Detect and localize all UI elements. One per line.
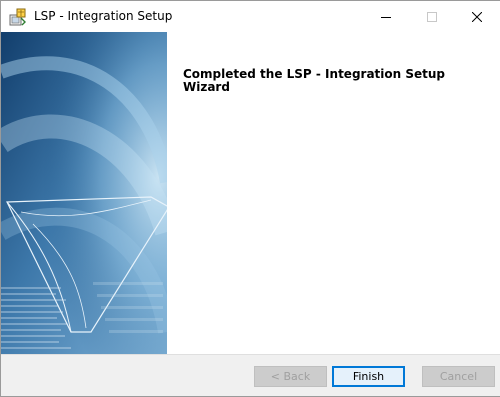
back-button[interactable]: < Back [254,366,327,387]
banner-graphic [1,32,167,354]
button-bar: < Back Finish Cancel [1,354,500,396]
maximize-icon [427,7,437,26]
close-button[interactable] [454,1,500,32]
close-icon [471,7,483,26]
wizard-banner [1,32,167,354]
maximize-button[interactable] [409,1,455,32]
wizard-content: Completed the LSP - Integration Setup Wi… [167,32,500,354]
cancel-button[interactable]: Cancel [422,366,495,387]
minimize-icon [381,7,391,26]
minimize-button[interactable] [363,1,409,32]
installer-icon [9,8,27,26]
window-title: LSP - Integration Setup [34,9,173,23]
page-title: Completed the LSP - Integration Setup Wi… [183,67,446,94]
title-bar[interactable]: LSP - Integration Setup [1,1,500,32]
setup-window: LSP - Integration Setup Completed the LS… [0,0,500,397]
finish-button[interactable]: Finish [332,366,405,387]
